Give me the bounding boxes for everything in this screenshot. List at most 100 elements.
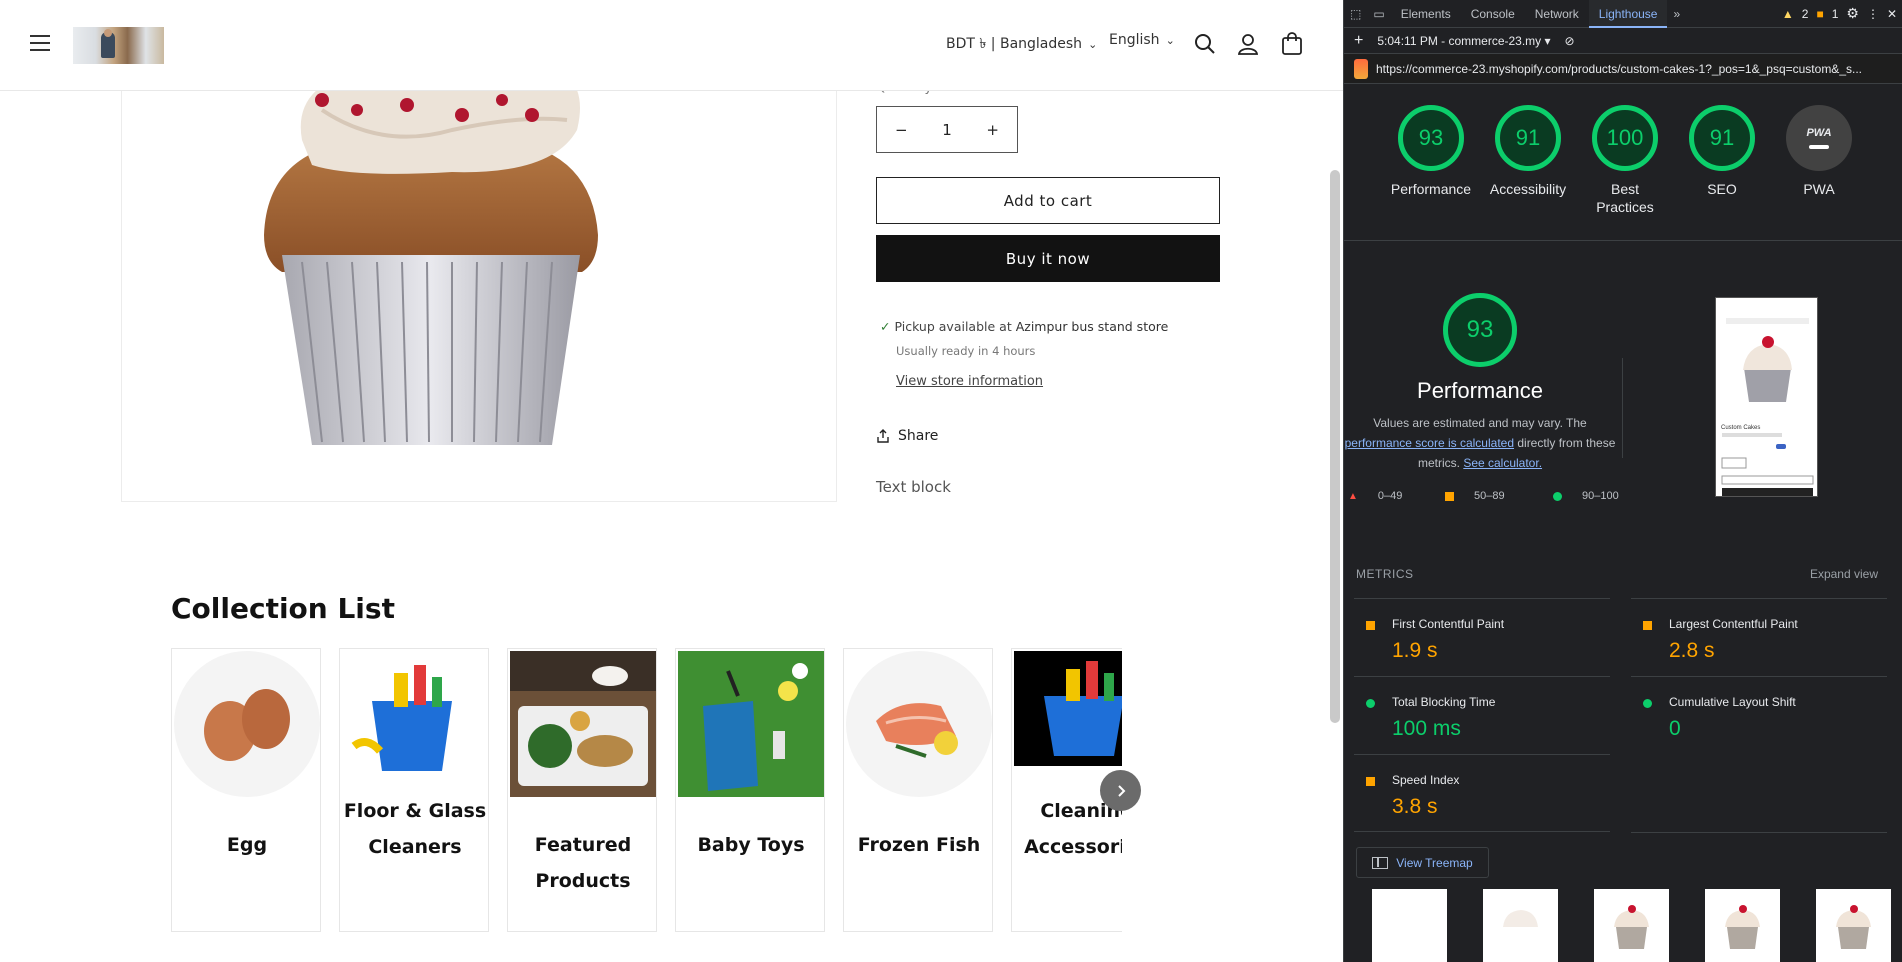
score-gauge-seo[interactable]: 91 (1689, 105, 1755, 171)
performance-big-gauge: 93 (1443, 293, 1517, 367)
score-label: Best Practices (1596, 181, 1654, 215)
cart-icon[interactable] (1279, 31, 1305, 57)
score-gauge-accessibility[interactable]: 91 (1495, 105, 1561, 171)
square-icon (1643, 621, 1652, 630)
close-icon[interactable]: ✕ (1887, 7, 1897, 21)
legend-good: 90–100 (1553, 490, 1619, 502)
treemap-icon (1372, 856, 1389, 869)
menu-hamburger-icon[interactable] (30, 35, 50, 52)
tab-lighthouse[interactable]: Lighthouse (1588, 0, 1668, 28)
collection-card-frozen-fish[interactable]: Frozen Fish (843, 648, 993, 932)
legend-poor: ▲ 0–49 (1348, 490, 1402, 502)
final-screenshot[interactable]: Custom Cakes (1715, 297, 1818, 497)
store-logo[interactable] (73, 27, 164, 64)
performance-title: Performance (1417, 378, 1543, 403)
add-report-icon[interactable]: + (1344, 32, 1373, 50)
metric-fcp: First Contentful Paint 1.9 s (1354, 598, 1610, 676)
score-gauge-performance[interactable]: 93 (1398, 105, 1464, 171)
storefront-viewport: BDT ৳ | Bangladesh ⌄ English ⌄ − 1 + Add… (0, 0, 1343, 962)
buy-now-button[interactable]: Buy it now (876, 235, 1220, 282)
warning-icon[interactable]: ▲ (1782, 7, 1794, 21)
report-time: 5:04:11 PM - commerce-23.my (1377, 33, 1542, 48)
device-toolbar-icon[interactable]: ▭ (1367, 0, 1390, 28)
text-block: Text block (876, 478, 951, 496)
filmstrip-frame[interactable] (1372, 889, 1447, 962)
metric-name: Cumulative Layout Shift (1669, 695, 1796, 709)
filmstrip-frame[interactable] (1594, 889, 1669, 962)
share-button[interactable]: Share (876, 428, 938, 444)
more-tabs-icon[interactable]: » (1667, 0, 1686, 28)
score-gauge-best-practices[interactable]: 100 (1592, 105, 1658, 171)
score-gauge-pwa[interactable]: PWA (1786, 105, 1852, 171)
view-store-info-link[interactable]: View store information (896, 374, 1043, 389)
filmstrip-frame[interactable] (1483, 889, 1558, 962)
collection-name-line2: Accessories (1024, 836, 1122, 858)
collection-card-baby-toys[interactable]: Baby Toys (675, 648, 825, 932)
audited-url-bar: https://commerce-23.myshopify.com/produc… (1344, 54, 1902, 84)
quantity-stepper[interactable]: − 1 + (876, 106, 1018, 153)
lighthouse-icon (1354, 58, 1368, 79)
inspect-element-icon[interactable]: ⬚ (1344, 0, 1367, 28)
metric-speed-index: Speed Index 3.8 s (1354, 754, 1610, 832)
tab-console[interactable]: Console (1461, 0, 1525, 28)
report-selector[interactable]: 5:04:11 PM - commerce-23.my ▾ (1373, 34, 1550, 48)
legend-label: 50–89 (1474, 490, 1505, 502)
legend-average: 50–89 (1445, 490, 1505, 502)
currency-selector[interactable]: BDT ৳ | Bangladesh ⌄ (946, 32, 1097, 56)
score-calculated-link[interactable]: performance score is calculated (1345, 436, 1514, 450)
metric-name: Speed Index (1392, 773, 1460, 787)
pwa-dash-icon (1809, 145, 1829, 149)
pickup-availability: ✓ Pickup available at Azimpur bus stand … (880, 319, 1168, 334)
circle-icon (1553, 491, 1562, 501)
carousel-next-button[interactable] (1100, 770, 1141, 811)
featured-products-image (510, 651, 656, 797)
page-scrollbar[interactable] (1330, 170, 1340, 723)
share-icon (877, 429, 889, 443)
score-value: 91 (1515, 125, 1541, 150)
collection-card-egg[interactable]: Egg (171, 648, 321, 932)
note-text: directly from these (1514, 436, 1616, 450)
filmstrip-frame[interactable] (1705, 889, 1780, 962)
issues-icon[interactable]: ■ (1816, 7, 1823, 21)
filmstrip-frame[interactable] (1816, 889, 1891, 962)
score-label: SEO (1707, 181, 1737, 197)
metric-value: 1.9 s (1392, 639, 1438, 662)
language-label: English (1109, 32, 1160, 48)
search-icon[interactable] (1192, 31, 1218, 57)
gear-icon[interactable]: ⚙ (1846, 5, 1859, 22)
tab-elements[interactable]: Elements (1391, 0, 1461, 28)
expand-view-toggle[interactable]: Expand view (1810, 567, 1878, 581)
collection-card-floor-glass-cleaners[interactable]: Floor & Glass Cleaners (339, 648, 489, 932)
score-value: 91 (1709, 125, 1735, 150)
quantity-plus-button[interactable]: + (986, 121, 999, 139)
collection-name-line2: Products (535, 870, 631, 892)
language-selector[interactable]: English ⌄ (1109, 32, 1175, 48)
collection-name: Egg (226, 834, 268, 856)
square-icon (1445, 491, 1454, 501)
collection-name-line1: Featured (534, 834, 632, 856)
quantity-value[interactable]: 1 (942, 121, 952, 139)
circle-icon (1643, 699, 1652, 708)
metric-name: First Contentful Paint (1392, 617, 1505, 631)
tab-network[interactable]: Network (1525, 0, 1589, 28)
kebab-menu-icon[interactable]: ⋮ (1867, 7, 1879, 21)
divider (1344, 240, 1902, 241)
egg-image (174, 651, 320, 797)
account-icon[interactable] (1235, 31, 1261, 57)
collection-name: Baby Toys (697, 834, 805, 856)
divider (1622, 358, 1623, 458)
collection-card-featured-products[interactable]: Featured Products (507, 648, 657, 932)
see-calculator-link[interactable]: See calculator. (1463, 456, 1542, 470)
metrics-heading: METRICS (1356, 567, 1414, 581)
add-to-cart-button[interactable]: Add to cart (876, 177, 1220, 224)
collection-carousel: Egg Floor & Glass Cleaners Featured Prod… (171, 648, 1122, 933)
baby-toys-image (678, 651, 824, 797)
score-label: Accessibility (1489, 181, 1567, 197)
clear-icon[interactable]: ⊘ (1551, 34, 1575, 48)
quantity-minus-button[interactable]: − (895, 121, 908, 139)
note-text: metrics. (1417, 456, 1464, 470)
metric-value: 3.8 s (1392, 795, 1438, 818)
view-treemap-button[interactable]: View Treemap (1356, 847, 1489, 878)
legend-label: 0–49 (1377, 490, 1403, 502)
audited-url[interactable]: https://commerce-23.myshopify.com/produc… (1376, 62, 1862, 76)
